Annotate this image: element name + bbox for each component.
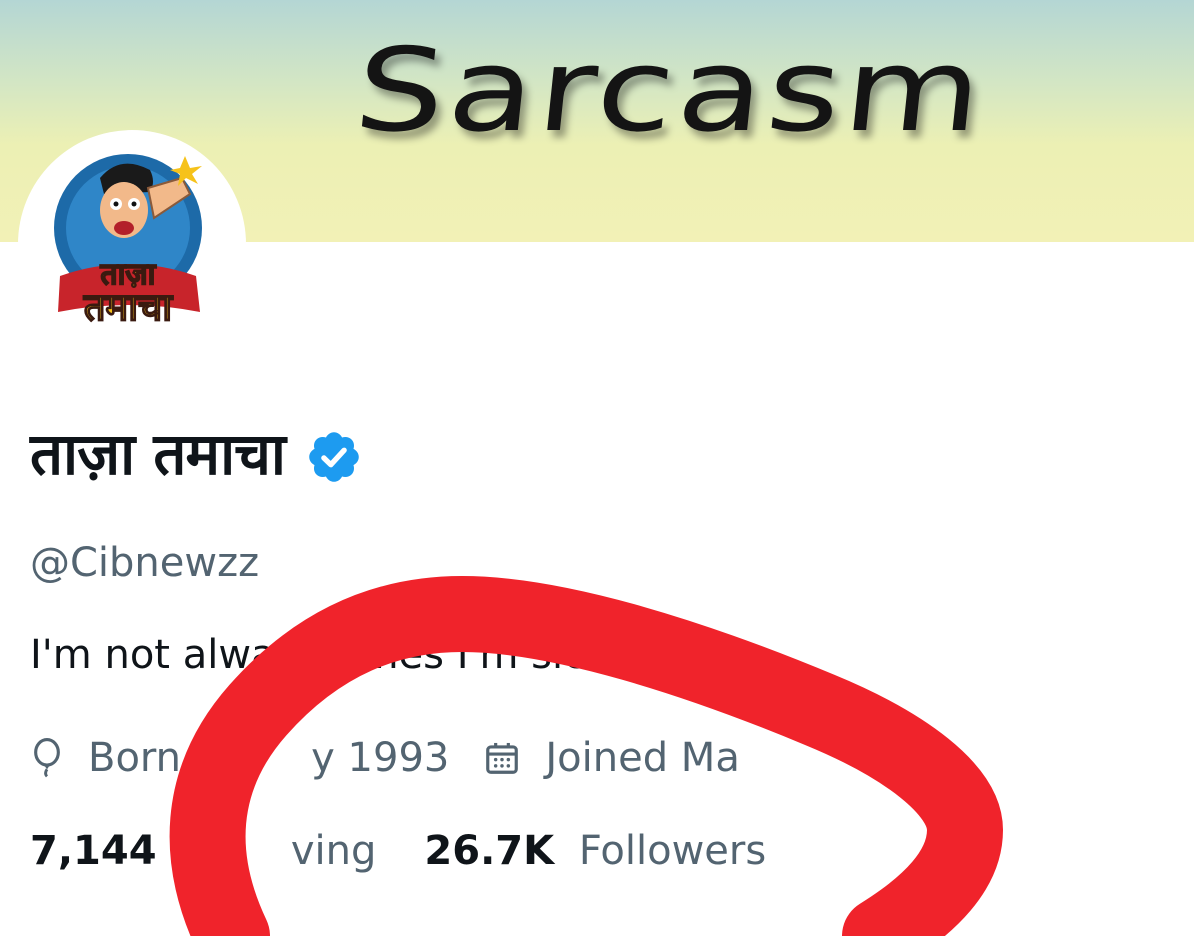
following-count: 7,144 bbox=[30, 828, 157, 874]
verified-badge-icon[interactable] bbox=[305, 428, 363, 486]
followers-count: 26.7K bbox=[424, 828, 555, 874]
born-date-start: Born 2 bbox=[88, 735, 220, 781]
following-label: Fo ving bbox=[181, 828, 377, 874]
joined-date-start: Joined Ma bbox=[545, 735, 740, 781]
followers-label: Followers bbox=[578, 828, 767, 874]
display-name: ताज़ा तमाचा bbox=[30, 420, 286, 488]
following-link[interactable]: 7,144 Fo ving bbox=[30, 828, 376, 874]
profile-stats: 7,144 Fo ving 26.7K Followers bbox=[30, 828, 766, 874]
profile-meta-row: Born 2 y 1993 Joined Ma 22 bbox=[30, 730, 971, 786]
followers-link[interactable]: 26.7K Followers bbox=[424, 828, 766, 874]
joined-date-year: 22 bbox=[867, 735, 919, 781]
avatar[interactable]: ताज़ा तमाचा bbox=[40, 148, 228, 344]
balloon-icon bbox=[34, 738, 60, 778]
born-date-year: y 1993 bbox=[311, 735, 450, 781]
name-row: ताज़ा तमाचा bbox=[30, 416, 363, 492]
chevron-right-icon[interactable] bbox=[945, 738, 971, 778]
calendar-icon bbox=[486, 742, 519, 774]
avatar-text-line2: तमाचा bbox=[83, 285, 173, 329]
banner-title: Sarcasm bbox=[348, 24, 993, 158]
profile-bio: I'm not always times I'm sleeping ! bbox=[30, 632, 729, 678]
profile-handle: @Cibnewzz bbox=[30, 540, 260, 586]
